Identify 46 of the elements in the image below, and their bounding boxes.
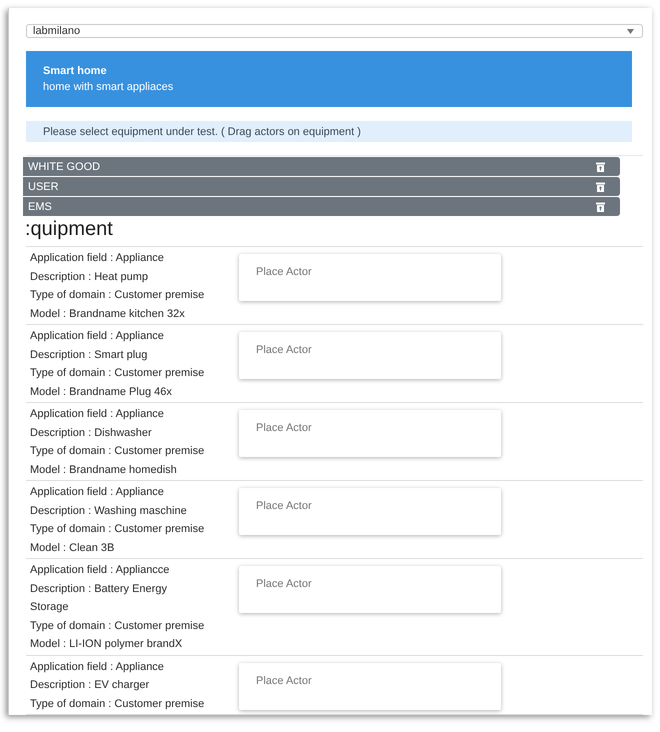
site-select[interactable]: labmilano [26,24,643,38]
equipment-detail: Description : Washing maschine [30,504,188,518]
equipment-detail: Application field : Appliancce [30,563,170,578]
equipment-detail: Model : Clean 3B [30,540,116,556]
equipment-detail: Application field : Appliance [30,660,165,674]
equipment-detail: Description : Smart plug [30,348,148,362]
equipment-detail: Model : LI-ION polymer brandX [30,637,184,652]
equipment-detail: Description : Heat pump [30,270,149,284]
actor-label: USER [28,180,59,192]
equipment-detail: Type of domain : Customer premise [30,366,206,381]
actor-drop-zone[interactable]: Place Actor [239,566,501,613]
actor-label: EMS [28,200,52,212]
actor-bar[interactable]: USER [23,177,620,196]
equipment-detail: Type of domain : Customer premise [30,444,206,459]
actor-drop-zone[interactable]: Place Actor [239,488,501,535]
trash-icon[interactable] [596,182,605,192]
actor-drop-zone[interactable]: Place Actor [239,254,501,301]
caret-icon [627,28,634,34]
equipment-detail: Model : Brandname Plug 46x [30,384,173,400]
equipment-detail: Description : Dishwasher [30,426,153,440]
section-heading: :quipment [25,217,114,242]
scenario-card[interactable]: Smart home home with smart appliaces [26,51,632,107]
equipment-detail: Type of domain : Customer premise [30,522,206,537]
equipment-detail: Model : Brandname kitchen 32x [30,306,186,322]
actor-drop-zone[interactable]: Place Actor [239,332,501,379]
equipment-detail: Type of domain : Customer premise [30,288,206,303]
equipment-detail: Application field : Appliance [30,407,165,422]
scenario-title: Smart home [43,64,108,79]
equipment-detail: Description : Battery Energy [30,582,168,596]
equipment-detail: Type of domain : Customer premise [30,696,206,712]
equipment-detail: Storage [30,600,70,615]
scenario-description: home with smart appliaces [43,80,174,95]
equipment-detail: Application field : Appliance [30,329,165,344]
equipment-detail: Model : Brandname homedish [30,462,178,478]
trash-icon[interactable] [596,162,605,172]
equipment-detail: Type of domain : Customer premise [30,618,206,634]
equipment-detail: Application field : Appliance [30,485,165,500]
actor-drop-zone[interactable]: Place Actor [239,662,501,710]
actor-bar[interactable]: WHITE GOOD [23,157,620,176]
equipment-detail: Description : EV charger [30,678,150,693]
trash-icon[interactable] [596,202,605,212]
actor-bar[interactable]: EMS [23,197,620,216]
equipment-detail: Application field : Appliance [30,251,165,266]
info-text: Please select equipment under test. ( Drag actors on equipment ) [43,126,361,138]
actor-label: WHITE GOOD [28,160,100,172]
actor-drop-zone[interactable]: Place Actor [239,410,501,457]
